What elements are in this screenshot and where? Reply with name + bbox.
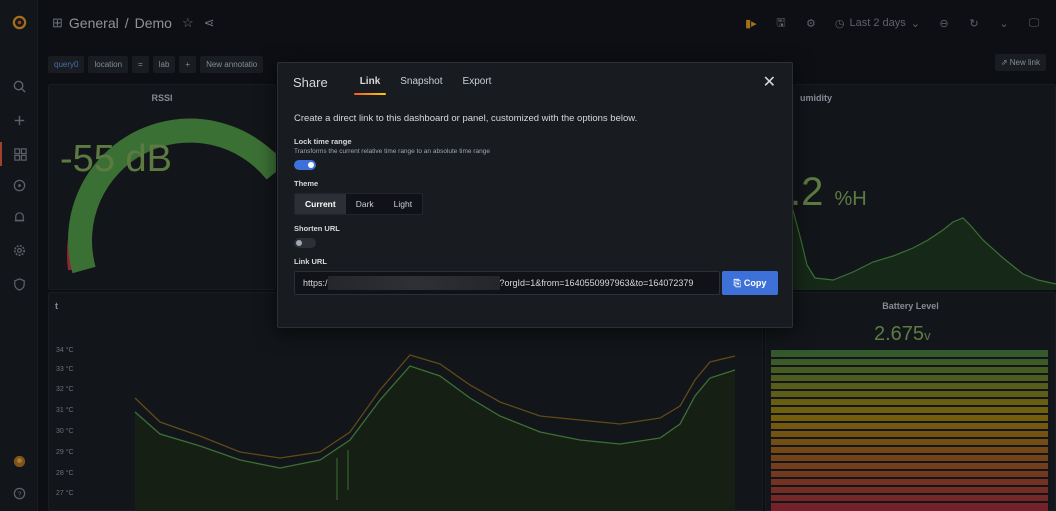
lock-time-description: Transforms the current relative time ran…	[294, 148, 490, 155]
share-tabs: Link Snapshot Export	[353, 70, 492, 95]
theme-radio-group: Current Dark Light	[294, 193, 424, 215]
tab-export[interactable]: Export	[463, 70, 492, 95]
link-url-input[interactable]: https:/ ?orgId=1&from=1640550997963&to=1…	[294, 271, 720, 295]
share-modal-title: Share	[293, 74, 328, 90]
shorten-url-toggle[interactable]	[294, 238, 316, 248]
shorten-url-label: Shorten URL	[294, 224, 340, 233]
share-link-body: Create a direct link to this dashboard o…	[294, 113, 778, 295]
link-url-label: Link URL	[294, 257, 327, 266]
tab-link[interactable]: Link	[353, 70, 386, 95]
link-url-prefix: https:/	[303, 278, 328, 288]
theme-option-current[interactable]: Current	[295, 194, 346, 214]
lock-time-label: Lock time range	[294, 137, 352, 146]
share-modal-header: Share Link Snapshot Export ✕	[278, 63, 792, 101]
copy-button[interactable]: ⎘ Copy	[722, 271, 778, 295]
link-url-row: https:/ ?orgId=1&from=1640550997963&to=1…	[294, 271, 778, 295]
tab-snapshot[interactable]: Snapshot	[400, 70, 442, 95]
copy-button-label: Copy	[743, 278, 767, 288]
link-url-suffix: ?orgId=1&from=1640550997963&to=164072379	[499, 278, 694, 288]
theme-option-dark[interactable]: Dark	[346, 194, 384, 214]
theme-label: Theme	[294, 179, 319, 188]
close-icon[interactable]: ✕	[763, 72, 776, 92]
copy-icon: ⎘	[733, 277, 741, 288]
share-modal: Share Link Snapshot Export ✕ Create a di…	[277, 62, 793, 328]
lock-time-toggle[interactable]	[294, 160, 316, 170]
redacted-url-segment	[327, 276, 500, 290]
theme-option-light[interactable]: Light	[384, 194, 422, 214]
share-intro-text: Create a direct link to this dashboard o…	[294, 113, 638, 124]
